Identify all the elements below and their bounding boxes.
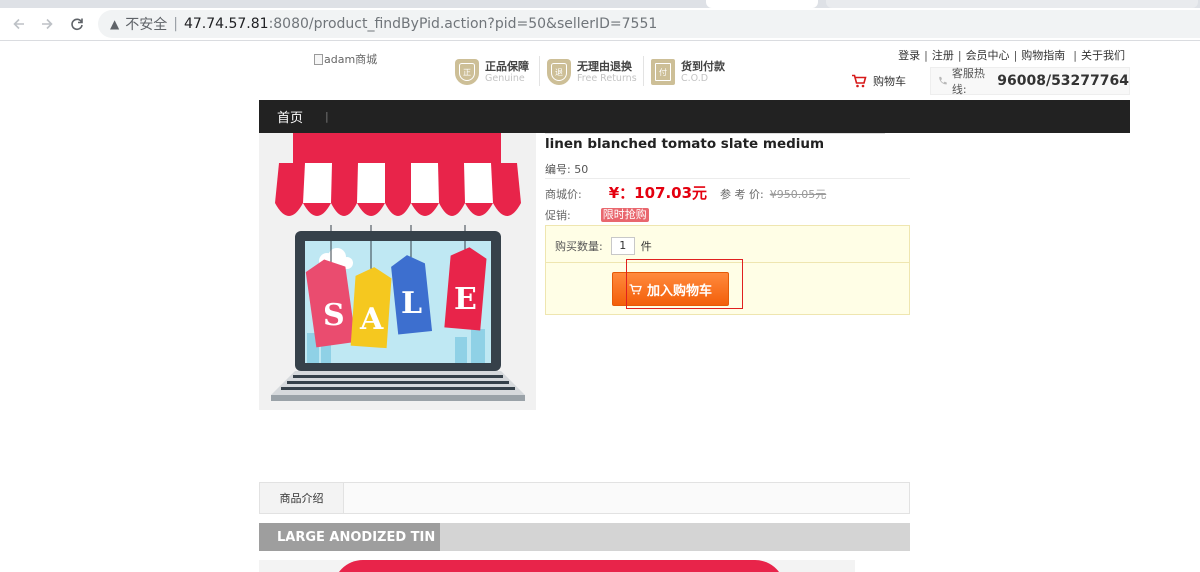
quantity-row: 购买数量: 1 件 [555,237,652,255]
register-link[interactable]: 注册 [932,49,954,62]
section-title: LARGE ANODIZED TIN [259,523,440,551]
price-row: 商城价: ¥：107.03元 参 考 价: ¥950.05元 [545,184,827,202]
assurance-genuine: 正 正品保障 Genuine [455,56,529,88]
assurance-cod: 付 货到付款 C.O.D [651,56,725,88]
broken-image-icon [314,53,323,65]
url-path: :8080/product_findByPid.action?pid=50&se… [268,16,658,32]
tab-product-intro[interactable]: 商品介绍 [260,483,344,513]
main-nav: 首页 | [259,100,1130,133]
sale-letter-e: E [454,282,477,317]
top-links: 登录 | 注册 | 会员中心 | 购物指南 | 关于我们 [898,49,1125,62]
warning-icon: ▲ [110,17,120,31]
cart-icon [629,283,642,294]
shopping-guide-link[interactable]: 购物指南 [1021,49,1065,62]
site-logo[interactable]: adam商城 [314,51,377,67]
promo-tag: 限时抢购 [600,208,649,222]
product-name: linen blanched tomato slate medium [545,136,825,152]
page: adam商城 正 正品保障 Genuine 退 无理由退换 Free Retur… [0,42,1200,572]
cod-badge-icon: 付 [651,59,675,85]
phone-icon [939,76,947,85]
address-bar[interactable]: ▲ 不安全 | 47.74.57.81 :8080/product_findBy… [98,10,1200,38]
promo-row: 促销: 限时抢购 [545,208,649,222]
about-us-link[interactable]: 关于我们 [1081,49,1125,62]
cart-link[interactable]: 购物车 [851,73,906,89]
reload-icon[interactable] [64,11,90,37]
hotline-box: 客服热线: 96008/53277764 [930,67,1130,96]
sale-letter-a: A [359,302,384,337]
cart-icon [852,74,867,88]
browser-toolbar: ▲ 不安全 | 47.74.57.81 :8080/product_findBy… [0,8,1200,41]
description-image [259,560,855,572]
reference-price: ¥950.05元 [769,188,827,201]
member-center-link[interactable]: 会员中心 [966,49,1010,62]
product-number: 编号: 50 [545,163,589,176]
sale-letter-l: L [401,286,422,321]
hotline-number: 96008/53277764 [997,73,1129,89]
browser-tab-strip [0,0,1200,8]
back-arrow-icon[interactable] [6,11,32,37]
quantity-input[interactable]: 1 [610,237,635,255]
forward-arrow-icon[interactable] [34,11,60,37]
return-badge-icon: 退 [547,59,571,85]
assurance-returns: 退 无理由退换 Free Returns [547,56,637,88]
product-tabs: 商品介绍 [259,482,910,514]
sale-letter-s: S [323,298,345,333]
product-price: ¥：107.03元 [608,184,708,202]
browser-tab-active[interactable] [706,0,818,8]
url-host: 47.74.57.81 [183,16,269,32]
add-to-cart-button[interactable]: 加入购物车 [612,272,729,306]
section-header: LARGE ANODIZED TIN [259,523,910,551]
login-link[interactable]: 登录 [898,49,920,62]
product-image: S A L E [259,133,536,410]
genuine-badge-icon: 正 [455,59,479,85]
insecure-label: 不安全 [125,17,168,33]
browser-tab[interactable] [826,0,1198,8]
nav-home[interactable]: 首页 [277,107,303,126]
